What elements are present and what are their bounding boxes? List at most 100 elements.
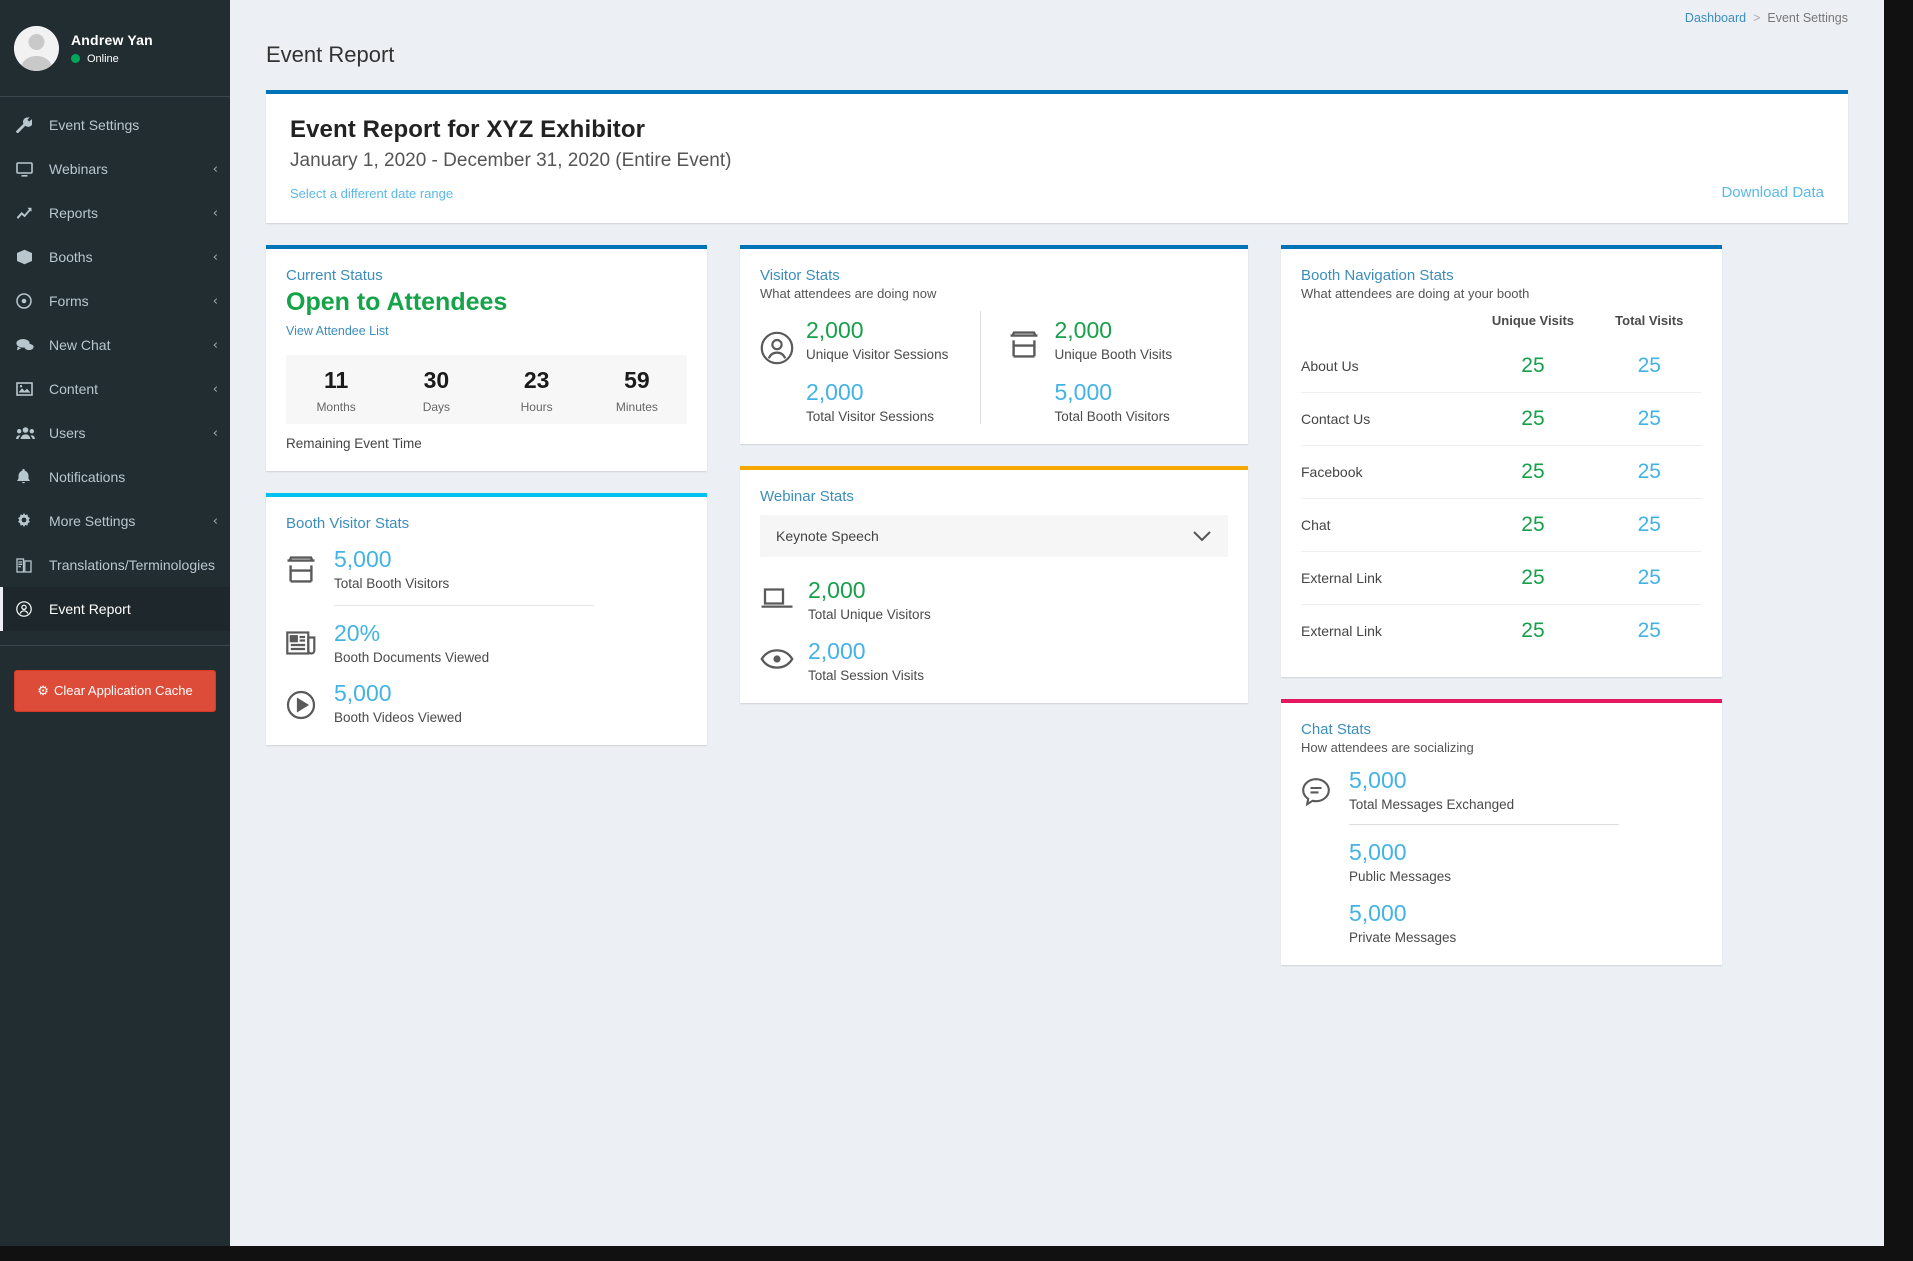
row-label: External Link xyxy=(1301,605,1469,658)
sidebar-item-label: New Chat xyxy=(49,337,213,353)
column-header-name xyxy=(1301,307,1469,340)
chevron-left-icon: ‹ xyxy=(213,514,218,529)
row-total-visits: 25 xyxy=(1597,340,1703,393)
row-label: Chat xyxy=(1301,499,1469,552)
stat-value: 2,000 xyxy=(1055,317,1173,344)
sidebar-item-event-report[interactable]: Event Report xyxy=(0,587,230,631)
sidebar-item-reports[interactable]: Reports ‹ xyxy=(0,191,230,235)
sidebar-item-notifications[interactable]: Notifications xyxy=(0,455,230,499)
timer-caption: Remaining Event Time xyxy=(286,436,687,451)
webinar-stats-card: Webinar Stats Keynote Speech xyxy=(740,466,1248,703)
stat-value: 2,000 xyxy=(808,577,931,604)
sidebar-item-new-chat[interactable]: New Chat ‹ xyxy=(0,323,230,367)
booth-visitor-stat-block: 20% Booth Documents Viewed xyxy=(334,620,489,665)
timer-value: 23 xyxy=(487,367,587,394)
chat-stats-card: Chat Stats How attendees are socializing… xyxy=(1281,699,1722,965)
sidebar-item-label: Notifications xyxy=(49,469,218,485)
webinar-select[interactable]: Keynote Speech xyxy=(760,515,1228,557)
report-header-body: Event Report for XYZ Exhibitor January 1… xyxy=(266,94,1848,223)
webinar-stat-row: 2,000 Total Unique Visitors xyxy=(760,577,1228,622)
clear-application-cache-button[interactable]: ⚙Clear Application Cache xyxy=(14,670,216,712)
timer-label: Days xyxy=(386,400,486,414)
table-row: About Us 25 25 xyxy=(1301,340,1702,393)
user-panel[interactable]: Andrew Yan Online xyxy=(0,0,230,97)
stat-block: 5,000 Total Booth Visitors xyxy=(1055,379,1173,424)
sidebar-item-more-settings[interactable]: More Settings ‹ xyxy=(0,499,230,543)
row-total-visits: 25 xyxy=(1597,446,1703,499)
stat-label: Total Booth Visitors xyxy=(334,576,449,591)
content-area: Event Report for XYZ Exhibitor January 1… xyxy=(230,68,1884,987)
sidebar-item-webinars[interactable]: Webinars ‹ xyxy=(0,147,230,191)
visitor-stats-right: 2,000 Unique Booth Visits 5,000 Total Bo… xyxy=(980,311,1229,424)
divider xyxy=(1349,824,1619,825)
online-status-dot xyxy=(71,54,80,63)
booth-visitor-row: 5,000 Booth Videos Viewed xyxy=(286,680,687,725)
visitor-stats-subtitle: What attendees are doing now xyxy=(760,286,1228,301)
webinar-select-value: Keynote Speech xyxy=(776,528,879,544)
report-links-row: Select a different date range Download D… xyxy=(290,184,1824,201)
laptop-icon xyxy=(760,577,808,616)
sidebar-item-label: Booths xyxy=(49,249,213,265)
wrench-icon xyxy=(16,117,38,133)
chat-stat-block: 5,000 Total Messages Exchanged xyxy=(1349,767,1514,812)
chat-bubbles-icon xyxy=(16,338,38,352)
sidebar-item-users[interactable]: Users ‹ xyxy=(0,411,230,455)
chevron-left-icon: ‹ xyxy=(213,162,218,177)
sidebar-item-translations[interactable]: Translations/Terminologies xyxy=(0,543,230,587)
stat-label: Unique Booth Visits xyxy=(1055,347,1173,362)
download-data-link[interactable]: Download Data xyxy=(1721,184,1824,201)
chat-stats-title: Chat Stats xyxy=(1301,721,1702,738)
stat-block: 2,000 Unique Visitor Sessions xyxy=(806,317,948,362)
webinar-stats-title: Webinar Stats xyxy=(760,488,1228,505)
sidebar-item-booths[interactable]: Booths ‹ xyxy=(0,235,230,279)
stat-label: Public Messages xyxy=(1349,869,1451,884)
remaining-time-timer: 11 Months 30 Days 23 Hours xyxy=(286,355,687,424)
breadcrumb-dashboard[interactable]: Dashboard xyxy=(1685,11,1746,25)
sidebar-item-content[interactable]: Content ‹ xyxy=(0,367,230,411)
chat-message-icon xyxy=(1301,767,1349,812)
clear-cache-label: Clear Application Cache xyxy=(54,683,193,698)
chat-stats-subtitle: How attendees are socializing xyxy=(1301,740,1702,755)
stat-value: 2,000 xyxy=(808,638,924,665)
sidebar-item-label: Event Report xyxy=(49,601,218,617)
cards-grid: Current Status Open to Attendees View At… xyxy=(266,245,1848,987)
table-row: Contact Us 25 25 xyxy=(1301,393,1702,446)
view-attendee-list-link[interactable]: View Attendee List xyxy=(286,324,389,338)
stat-label: Total Visitor Sessions xyxy=(806,409,948,424)
avatar xyxy=(14,26,59,71)
user-status-label: Online xyxy=(87,53,119,65)
sidebar-item-forms[interactable]: Forms ‹ xyxy=(0,279,230,323)
visitor-left-blocks: 2,000 Unique Visitor Sessions 2,000 Tota… xyxy=(806,317,948,424)
current-status-body: Current Status Open to Attendees View At… xyxy=(266,249,707,471)
sidebar: Andrew Yan Online Event Settings Webi xyxy=(0,0,230,1246)
table-row: Facebook 25 25 xyxy=(1301,446,1702,499)
visitor-stats-left: 2,000 Unique Visitor Sessions 2,000 Tota… xyxy=(760,311,980,424)
stat-label: Booth Documents Viewed xyxy=(334,650,489,665)
stat-label: Total Booth Visitors xyxy=(1055,409,1173,424)
booth-navigation-stats-title: Booth Navigation Stats xyxy=(1301,267,1702,284)
chevron-left-icon: ‹ xyxy=(213,294,218,309)
visitor-right-blocks: 2,000 Unique Booth Visits 5,000 Total Bo… xyxy=(1055,317,1173,424)
table-row: Chat 25 25 xyxy=(1301,499,1702,552)
row-unique-visits: 25 xyxy=(1469,393,1596,446)
stat-label: Total Messages Exchanged xyxy=(1349,797,1514,812)
sidebar-item-event-settings[interactable]: Event Settings xyxy=(0,103,230,147)
user-status: Online xyxy=(71,53,153,65)
webinar-stats-body: Webinar Stats Keynote Speech xyxy=(740,470,1248,703)
stat-value: 5,000 xyxy=(1349,767,1514,794)
select-date-range-link[interactable]: Select a different date range xyxy=(290,186,453,201)
target-icon xyxy=(16,293,38,309)
booth-visitor-stat-block: 5,000 Total Booth Visitors xyxy=(334,546,449,591)
topbar: Dashboard>Event Settings xyxy=(230,0,1884,36)
booth-navigation-stats-body: Booth Navigation Stats What attendees ar… xyxy=(1281,249,1722,677)
timer-value: 11 xyxy=(286,367,386,394)
row-label: External Link xyxy=(1301,552,1469,605)
sidebar-item-label: Webinars xyxy=(49,161,213,177)
user-circle-icon xyxy=(16,601,38,617)
chart-line-icon xyxy=(16,206,38,220)
booth-navigation-stats-subtitle: What attendees are doing at your booth xyxy=(1301,286,1702,301)
user-name: Andrew Yan xyxy=(71,32,153,48)
chevron-left-icon: ‹ xyxy=(213,338,218,353)
storefront-icon xyxy=(286,546,334,588)
row-unique-visits: 25 xyxy=(1469,552,1596,605)
